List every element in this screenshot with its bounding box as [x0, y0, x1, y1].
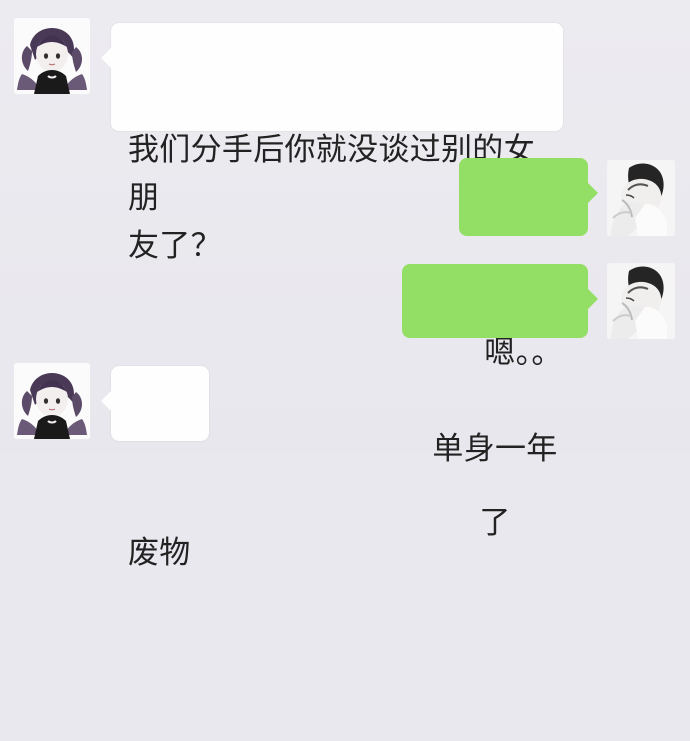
message-text: 废物 — [128, 535, 191, 571]
chat-window: 我们分手后你就没谈过别的女朋 友了？ 嗯。。 单身一年了 废物 — [0, 0, 690, 571]
incoming-message-bubble[interactable]: 废物 — [101, 366, 209, 571]
girl-avatar-icon — [14, 363, 90, 439]
outgoing-message-bubble[interactable]: 嗯。。 — [459, 158, 598, 371]
boy-avatar-icon — [607, 160, 675, 236]
incoming-message-bubble[interactable]: 我们分手后你就没谈过别的女朋 友了？ — [101, 23, 563, 264]
girl-avatar-icon — [14, 18, 90, 94]
boy-avatar-icon — [607, 263, 675, 339]
message-text: 单身一年了 — [432, 431, 558, 541]
outgoing-message-bubble[interactable]: 单身一年了 — [402, 264, 598, 541]
